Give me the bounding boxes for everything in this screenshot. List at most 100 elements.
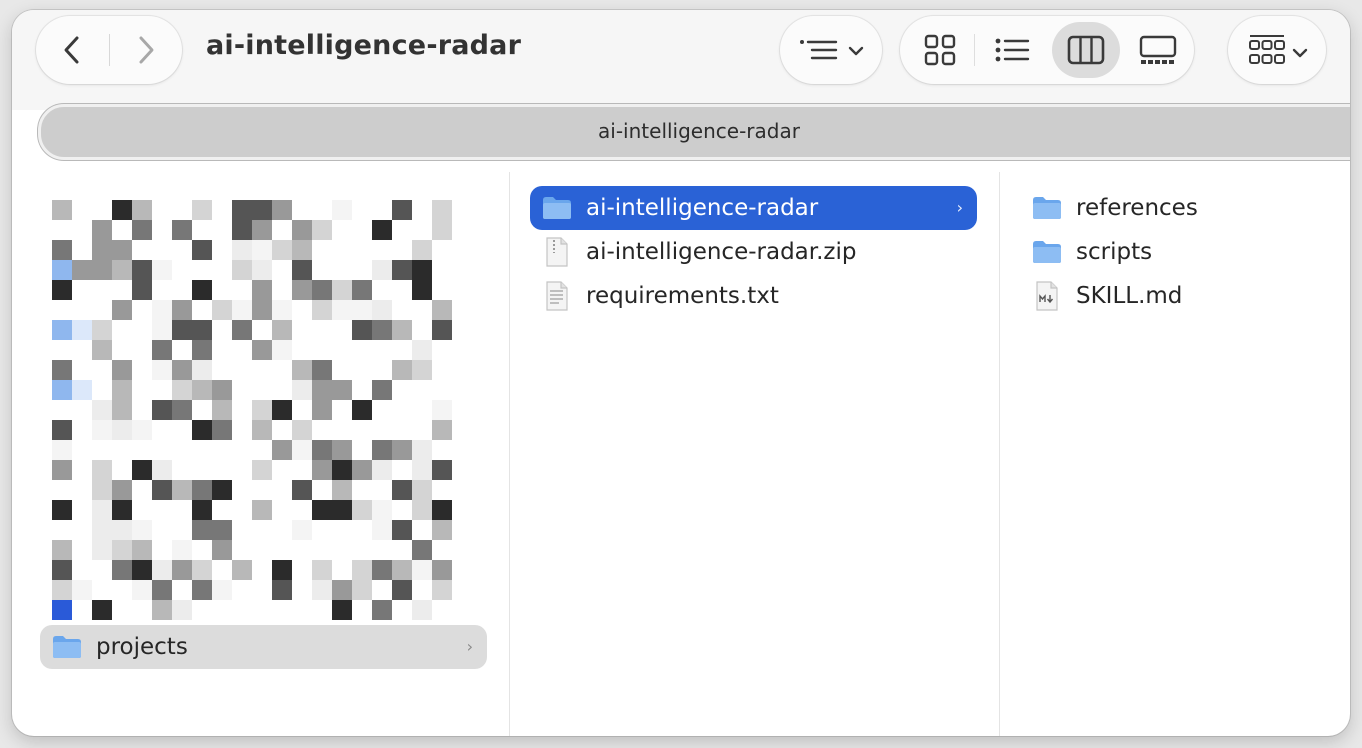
redacted-pixel (192, 320, 212, 340)
redacted-pixel (392, 580, 412, 600)
redacted-pixel (252, 220, 272, 240)
redacted-pixel (252, 200, 272, 220)
redacted-pixel (412, 500, 432, 520)
gallery-view-button[interactable] (1124, 22, 1192, 78)
redacted-pixel (132, 520, 152, 540)
redacted-pixel (112, 400, 132, 420)
list-item-scripts[interactable]: scripts (1020, 230, 1340, 274)
redacted-pixel (152, 320, 172, 340)
list-item-label: ai-intelligence-radar (586, 195, 819, 221)
redacted-pixel (332, 580, 352, 600)
redacted-pixel (412, 540, 432, 560)
path-bar[interactable]: ai-intelligence-radar (38, 104, 1350, 160)
redacted-pixel (52, 260, 72, 280)
chevron-left-icon (64, 36, 79, 64)
list-item-requirements[interactable]: requirements.txt (530, 274, 977, 318)
redacted-pixel (272, 320, 292, 340)
redacted-pixel (192, 580, 212, 600)
redacted-pixel (372, 320, 392, 340)
chevron-right-icon: › (466, 637, 473, 656)
redacted-pixel (352, 400, 372, 420)
group-by-button[interactable] (780, 16, 882, 84)
list-view-button[interactable] (978, 22, 1046, 78)
redacted-pixel (192, 360, 212, 380)
redacted-pixel (412, 440, 432, 460)
redacted-pixel (192, 340, 212, 360)
redacted-pixel (392, 440, 412, 460)
redacted-pixel (352, 280, 372, 300)
redacted-pixel (252, 400, 272, 420)
redacted-pixel (292, 440, 312, 460)
navigation-group (36, 16, 182, 84)
redacted-pixel (392, 520, 412, 540)
redacted-pixel (92, 480, 112, 500)
redacted-pixel (92, 520, 112, 540)
redacted-pixel (92, 460, 112, 480)
redacted-pixel (292, 380, 312, 400)
redacted-pixel (332, 200, 352, 220)
redacted-pixel (372, 380, 392, 400)
redacted-pixel (132, 560, 152, 580)
redacted-pixel (312, 220, 332, 240)
list-group-icon (798, 36, 842, 68)
list-item-projects[interactable]: projects › (40, 625, 487, 669)
redacted-pixel (372, 600, 392, 620)
redacted-pixel (432, 300, 452, 320)
redacted-pixel (252, 460, 272, 480)
redacted-pixel (152, 400, 172, 420)
window-title: ai-intelligence-radar (206, 30, 522, 61)
redacted-pixel (132, 460, 152, 480)
redacted-pixel (72, 380, 92, 400)
list-icon (995, 38, 1030, 62)
list-item-label: scripts (1076, 239, 1153, 265)
redacted-pixel (52, 380, 72, 400)
redacted-pixel (272, 300, 292, 320)
redacted-pixel (272, 200, 292, 220)
redacted-pixel (152, 340, 172, 360)
column-view-button[interactable] (1052, 22, 1120, 78)
redacted-pixel (312, 440, 332, 460)
redacted-pixel (332, 440, 352, 460)
list-item-label: requirements.txt (586, 283, 779, 309)
folder-icon (1032, 194, 1062, 222)
toolbar: ai-intelligence-radar (12, 10, 1350, 110)
redacted-pixel (52, 420, 72, 440)
redacted-pixel (212, 540, 232, 560)
icon-view-button[interactable] (906, 22, 974, 78)
columns-icon (1067, 35, 1105, 65)
list-item-ai-intelligence-radar[interactable]: ai-intelligence-radar › (530, 186, 977, 230)
redacted-pixel (172, 600, 192, 620)
redacted-pixel (432, 220, 452, 240)
list-item-skill-md[interactable]: SKILL.md (1020, 274, 1340, 318)
redacted-pixel (112, 300, 132, 320)
redacted-pixel (152, 460, 172, 480)
redacted-pixel (132, 420, 152, 440)
redacted-pixel (52, 460, 72, 480)
chevron-right-icon: › (956, 198, 963, 217)
redacted-pixel (392, 360, 412, 380)
redacted-content (52, 200, 452, 620)
redacted-pixel (152, 480, 172, 500)
redacted-pixel (152, 580, 172, 600)
forward-button[interactable] (110, 16, 182, 84)
redacted-pixel (52, 580, 72, 600)
redacted-pixel (352, 460, 372, 480)
redacted-pixel (392, 480, 412, 500)
redacted-pixel (292, 220, 312, 240)
redacted-pixel (52, 280, 72, 300)
redacted-pixel (372, 440, 392, 460)
redacted-pixel (232, 220, 252, 240)
redacted-pixel (352, 300, 372, 320)
redacted-pixel (92, 260, 112, 280)
list-item-zip[interactable]: ai-intelligence-radar.zip (530, 230, 977, 274)
folder-icon (1032, 238, 1062, 266)
redacted-pixel (192, 500, 212, 520)
redacted-pixel (292, 260, 312, 280)
redacted-pixel (292, 360, 312, 380)
redacted-pixel (192, 420, 212, 440)
back-button[interactable] (36, 16, 108, 84)
more-options-button[interactable] (1228, 16, 1326, 84)
redacted-pixel (52, 500, 72, 520)
list-item-references[interactable]: references (1020, 186, 1340, 230)
redacted-pixel (412, 600, 432, 620)
